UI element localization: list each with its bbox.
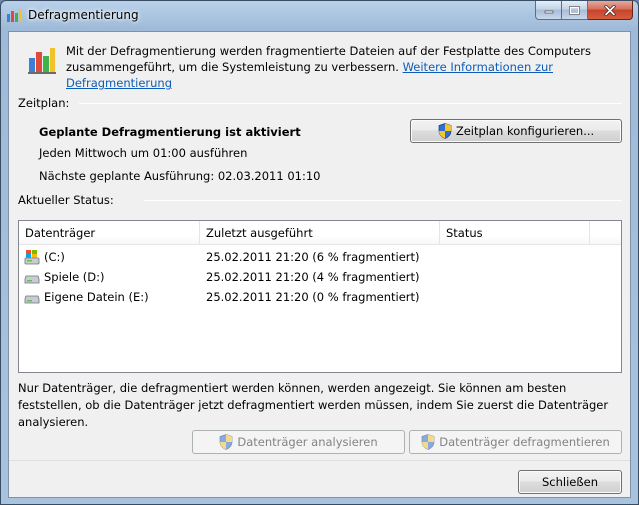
close-button[interactable]: Schließen	[518, 470, 622, 494]
defrag-icon	[7, 9, 22, 22]
title-bar[interactable]: Defragmentierung	[1, 1, 638, 31]
dialog-content: Mit der Defragmentierung werden fragment…	[8, 31, 631, 498]
hard-drive-icon	[24, 295, 40, 304]
column-header-drive[interactable]: Datenträger	[19, 221, 200, 245]
info-text: Nur Datenträger, die defragmentiert werd…	[18, 381, 609, 429]
schedule-frequency: Jeden Mittwoch um 01:00 ausführen	[39, 146, 248, 160]
schedule-divider	[79, 103, 622, 104]
schedule-status-title: Geplante Defragmentierung ist aktiviert	[39, 125, 301, 139]
defragment-disk-label: Datenträger defragmentieren	[439, 435, 610, 449]
drive-name-cell: (C:)	[19, 249, 200, 265]
drive-name: Eigene Datein (E:)	[44, 290, 149, 304]
uac-shield-icon	[219, 434, 233, 450]
drive-last-run: 25.02.2011 21:20 (4 % fragmentiert)	[206, 270, 420, 284]
drive-name-cell: Spiele (D:)	[19, 269, 200, 285]
caption-buttons	[535, 1, 633, 21]
uac-shield-icon	[421, 434, 435, 450]
current-status-section-label: Aktueller Status:	[18, 193, 114, 207]
close-button-label: Schließen	[542, 475, 598, 489]
close-icon	[604, 4, 616, 16]
defragment-disk-button[interactable]: Datenträger defragmentieren	[409, 430, 622, 454]
drive-name-cell: Eigene Datein (E:)	[19, 289, 200, 305]
schedule-section-label: Zeitplan:	[18, 96, 70, 110]
status-divider	[144, 200, 622, 201]
footer-divider	[9, 460, 630, 461]
drive-list-body: (C:) 25.02.2011 21:20 (6 % fragmentiert)…	[19, 247, 621, 307]
close-window-button[interactable]	[588, 1, 633, 20]
list-item[interactable]: Spiele (D:) 25.02.2011 21:20 (4 % fragme…	[19, 267, 621, 287]
next-run-time: Nächste geplante Ausführung: 02.03.2011 …	[39, 169, 321, 183]
drive-list[interactable]: Datenträger Zuletzt ausgeführt Status (C…	[18, 220, 622, 373]
analyze-disk-button[interactable]: Datenträger analysieren	[192, 430, 405, 454]
configure-schedule-label: Zeitplan konfigurieren...	[455, 124, 595, 138]
list-item[interactable]: Eigene Datein (E:) 25.02.2011 21:20 (0 %…	[19, 287, 621, 307]
defragmentation-window: Defragmentierung Mit der Defragmentierun…	[0, 0, 639, 505]
system-drive-icon	[24, 250, 40, 265]
defrag-icon	[28, 48, 56, 74]
minimize-button[interactable]	[535, 1, 562, 20]
window-title: Defragmentierung	[28, 8, 139, 22]
column-header-status[interactable]: Status	[440, 221, 590, 245]
analyze-disk-label: Datenträger analysieren	[237, 435, 378, 449]
uac-shield-icon	[438, 123, 452, 139]
configure-schedule-button[interactable]: Zeitplan konfigurieren...	[410, 119, 622, 143]
drive-list-header: Datenträger Zuletzt ausgeführt Status	[19, 221, 621, 245]
maximize-icon	[569, 5, 580, 15]
drive-name: (C:)	[44, 250, 65, 264]
maximize-button[interactable]	[562, 1, 588, 20]
column-header-filler	[590, 221, 621, 245]
column-header-last-run[interactable]: Zuletzt ausgeführt	[200, 221, 440, 245]
drive-last-run: 25.02.2011 21:20 (6 % fragmentiert)	[206, 250, 420, 264]
list-item[interactable]: (C:) 25.02.2011 21:20 (6 % fragmentiert)	[19, 247, 621, 267]
minimize-icon	[544, 10, 553, 14]
drive-name: Spiele (D:)	[44, 270, 105, 284]
drive-last-run: 25.02.2011 21:20 (0 % fragmentiert)	[206, 290, 420, 304]
intro-text: Mit der Defragmentierung werden fragment…	[66, 43, 626, 91]
hard-drive-icon	[24, 275, 40, 284]
